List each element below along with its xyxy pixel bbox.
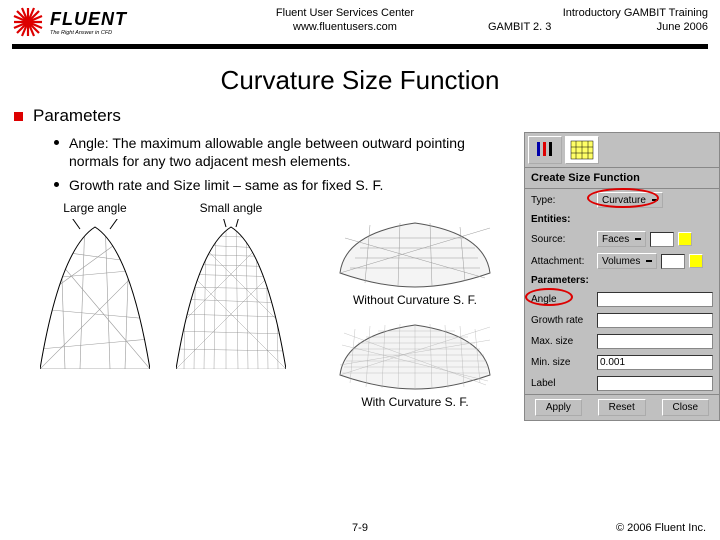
training-title: Introductory GAMBIT Training [488,6,708,20]
min-label: Min. size [531,357,593,368]
dome-fine-icon: θ [176,219,286,369]
svg-text:θ: θ [228,219,232,220]
parameters-section: Parameters: [525,272,719,289]
parameters-heading: Parameters [33,106,121,126]
bullet-growth: Growth rate and Size limit – same as for… [69,176,383,194]
dot-icon [54,140,59,145]
tool-button-2[interactable] [565,136,599,164]
reset-button[interactable]: Reset [598,399,646,416]
attachment-label: Attachment: [531,256,593,267]
service-center: Fluent User Services Center [202,6,488,20]
size-function-dialog: Create Size Function Type: Curvature Ent… [524,132,720,421]
without-caption: Without Curvature S. F. [353,293,477,307]
apply-button[interactable]: Apply [535,399,582,416]
figure-small-angle: Small angle θ [176,201,286,409]
entities-section: Entities: [525,211,719,228]
with-caption: With Curvature S. F. [361,395,468,409]
header-divider [12,44,708,49]
pillow-fine-icon [330,315,500,393]
logo-wordmark: FLUENT [50,9,127,30]
label-label: Label [531,378,593,389]
logo-tagline: The Right Answer in CFD [50,30,127,36]
attachment-dropdown[interactable]: Volumes [597,253,657,269]
dot-icon [54,182,59,187]
page-number: 7-9 [352,522,368,534]
max-input[interactable] [597,334,713,349]
logo-area: FLUENT The Right Answer in CFD [12,6,202,38]
pillow-coarse-icon [330,213,500,291]
header: FLUENT The Right Answer in CFD Fluent Us… [0,0,720,42]
logo-icon [12,6,44,38]
dialog-title: Create Size Function [525,167,719,189]
attachment-pick-button[interactable] [689,254,703,268]
growth-label: Growth rate [531,315,593,326]
service-url: www.fluentusers.com [202,20,488,34]
type-highlight-icon [587,188,659,208]
footer: 7-9 © 2006 Fluent Inc. [0,522,720,534]
attachment-count[interactable] [661,254,685,269]
large-angle-label: Large angle [63,201,126,215]
type-label: Type: [531,195,593,206]
angle-input[interactable] [597,292,713,307]
source-dropdown[interactable]: Faces [597,231,646,247]
source-pick-button[interactable] [678,232,692,246]
source-label: Source: [531,234,593,245]
dome-coarse-icon: θ [40,219,150,369]
bullet-angle: Angle: The maximum allowable angle betwe… [69,134,474,170]
dialog-toolbar [525,133,719,167]
figure-pillows: Without Curvature S. F. With Curvature S… [330,213,500,409]
figure-large-angle: Large angle θ [40,201,150,409]
angle-highlight-icon [525,288,573,306]
max-label: Max. size [531,336,593,347]
svg-text:θ: θ [90,219,95,221]
source-count[interactable] [650,232,674,247]
header-center: Fluent User Services Center www.fluentus… [202,6,488,35]
label-input[interactable] [597,376,713,391]
header-right: Introductory GAMBIT Training GAMBIT 2. 3… [488,6,708,35]
close-button[interactable]: Close [662,399,710,416]
bullet-icon [14,112,23,121]
version: GAMBIT 2. 3 [488,20,551,34]
min-input[interactable]: 0.001 [597,355,713,370]
copyright: © 2006 Fluent Inc. [616,522,706,534]
page-title: Curvature Size Function [0,65,720,96]
date: June 2006 [657,20,708,34]
small-angle-label: Small angle [200,201,263,215]
tool-button-1[interactable] [528,136,562,164]
growth-input[interactable] [597,313,713,328]
